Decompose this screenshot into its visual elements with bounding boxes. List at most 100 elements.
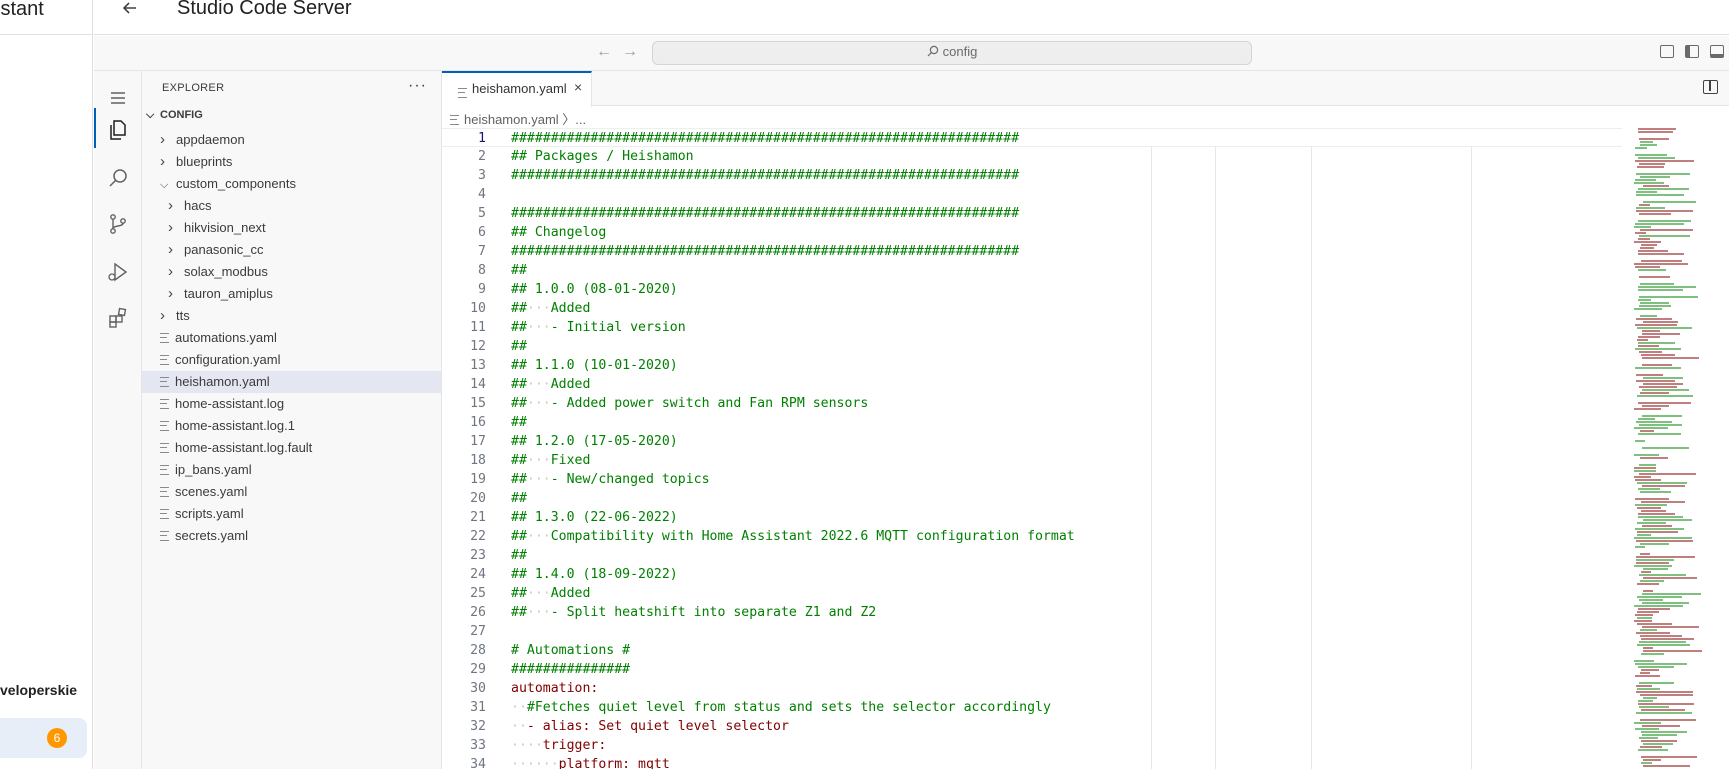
file-icon bbox=[160, 377, 169, 387]
workspace-root-label: CONFIG bbox=[160, 109, 203, 121]
minimap-line bbox=[1643, 201, 1696, 203]
minimap-line bbox=[1637, 482, 1687, 484]
toggle-primary-sidebar-icon[interactable] bbox=[1685, 45, 1699, 58]
minimap-line bbox=[1643, 590, 1653, 592]
tree-file[interactable]: scenes.yaml bbox=[160, 481, 247, 503]
minimap-line bbox=[1635, 479, 1661, 481]
line-number: 20 bbox=[470, 491, 486, 506]
code-editor[interactable]: 1 #######################################… bbox=[442, 128, 1622, 769]
line-number: 30 bbox=[470, 681, 486, 696]
nav-forward-button[interactable]: → bbox=[621, 43, 639, 61]
tree-folder[interactable]: › hikvision_next bbox=[168, 217, 266, 239]
minimap-line bbox=[1635, 348, 1681, 350]
tree-file[interactable]: automations.yaml bbox=[160, 327, 277, 349]
minimap-line bbox=[1635, 614, 1653, 616]
minimap-line bbox=[1635, 498, 1669, 500]
minimap-line bbox=[1640, 457, 1668, 459]
nav-back-button[interactable]: ← bbox=[595, 43, 613, 61]
tree-file[interactable]: home-assistant.log bbox=[160, 393, 284, 415]
customize-layout-icon[interactable] bbox=[1660, 45, 1674, 58]
code-line: 21 ## 1.3.0 (22-06-2022) bbox=[442, 508, 1622, 527]
tree-item-label: configuration.yaml bbox=[175, 352, 281, 367]
line-number: 27 bbox=[470, 624, 486, 639]
minimap-line bbox=[1634, 565, 1672, 567]
minimap-line bbox=[1637, 596, 1682, 598]
tree-file[interactable]: scripts.yaml bbox=[160, 503, 244, 525]
minimap-line bbox=[1638, 488, 1660, 490]
explorer-more-button[interactable]: ··· bbox=[408, 77, 427, 95]
tree-folder[interactable]: › tts bbox=[160, 305, 190, 327]
tree-item-label: home-assistant.log bbox=[175, 396, 285, 411]
split-editor-icon[interactable] bbox=[1703, 80, 1718, 94]
tree-folder[interactable]: › blueprints bbox=[160, 151, 232, 173]
tree-folder[interactable]: › hacs bbox=[168, 195, 211, 217]
code-line: 30 automation: bbox=[442, 679, 1622, 698]
minimap-line bbox=[1641, 501, 1685, 503]
minimap-line bbox=[1643, 697, 1657, 699]
tree-item-label: appdaemon bbox=[176, 132, 245, 147]
line-number: 15 bbox=[470, 396, 486, 411]
extensions-button[interactable] bbox=[94, 298, 142, 338]
explorer-button[interactable] bbox=[94, 110, 142, 150]
minimap-line bbox=[1635, 675, 1660, 677]
line-number: 12 bbox=[470, 339, 486, 354]
tree-item-label: heishamon.yaml bbox=[175, 374, 270, 389]
code-line: 27 bbox=[442, 622, 1622, 641]
close-icon[interactable]: × bbox=[574, 79, 582, 95]
minimap-line bbox=[1634, 620, 1652, 622]
code-text: ## Changelog bbox=[511, 225, 607, 240]
search-icon bbox=[927, 45, 939, 57]
chevron-right-icon: › bbox=[168, 241, 173, 258]
minimap-line bbox=[1640, 229, 1693, 231]
tree-file[interactable]: secrets.yaml bbox=[160, 525, 248, 547]
run-debug-button[interactable] bbox=[94, 252, 142, 292]
minimap-line bbox=[1638, 513, 1675, 515]
search-button[interactable] bbox=[94, 158, 142, 198]
code-text: ########################################… bbox=[511, 244, 1020, 259]
sidebar-item-developer-tools[interactable]: veloperskie bbox=[0, 682, 77, 698]
tree-folder[interactable]: › solax_modbus bbox=[168, 261, 268, 283]
tree-item-label: ip_bans.yaml bbox=[175, 462, 252, 477]
tree-folder[interactable]: ⌵ custom_components bbox=[160, 173, 296, 195]
workspace-root[interactable]: ⌵ CONFIG bbox=[146, 109, 203, 122]
toggle-panel-icon[interactable] bbox=[1710, 45, 1724, 58]
breadcrumb[interactable]: heishamon.yaml 〉... bbox=[464, 109, 586, 128]
minimap-line bbox=[1636, 194, 1684, 196]
minimap-line bbox=[1639, 464, 1656, 466]
minimap-line bbox=[1636, 685, 1652, 687]
minimap-line bbox=[1642, 447, 1689, 449]
menu-icon bbox=[111, 92, 125, 104]
minimap-line bbox=[1638, 433, 1681, 435]
minimap-line bbox=[1641, 762, 1652, 764]
tree-file[interactable]: configuration.yaml bbox=[160, 349, 281, 371]
code-text: ··- alias: Set quiet level selector bbox=[511, 719, 789, 734]
tree-item-label: home-assistant.log.fault bbox=[175, 440, 313, 455]
minimap-line bbox=[1638, 608, 1670, 610]
minimap-line bbox=[1641, 354, 1675, 356]
minimap-line bbox=[1635, 367, 1681, 369]
tree-folder[interactable]: › appdaemon bbox=[160, 129, 245, 151]
back-button[interactable] bbox=[118, 0, 144, 18]
code-text: ########################################… bbox=[511, 168, 1020, 183]
tree-file[interactable]: home-assistant.log.1 bbox=[160, 415, 295, 437]
minimap-line bbox=[1639, 213, 1671, 215]
minimap-line bbox=[1635, 728, 1659, 730]
tree-item-label: hacs bbox=[184, 198, 212, 213]
line-number: 3 bbox=[478, 168, 486, 183]
sidebar-item-notifications[interactable] bbox=[0, 718, 87, 758]
ha-sidebar bbox=[0, 0, 93, 769]
minimap-line bbox=[1636, 712, 1692, 714]
code-text: ## 1.2.0 (17-05-2020) bbox=[511, 434, 678, 449]
tree-file[interactable]: home-assistant.log.fault bbox=[160, 437, 312, 459]
minimap[interactable] bbox=[1632, 126, 1712, 769]
tree-folder[interactable]: › panasonic_cc bbox=[168, 239, 264, 261]
tree-folder[interactable]: › tauron_amiplus bbox=[168, 283, 273, 305]
minimap-line bbox=[1635, 546, 1645, 548]
tree-file[interactable]: heishamon.yaml bbox=[160, 371, 270, 393]
editor-scrollbar[interactable] bbox=[1712, 106, 1726, 769]
tree-file[interactable]: ip_bans.yaml bbox=[160, 459, 252, 481]
minimap-line bbox=[1634, 241, 1661, 243]
divider bbox=[0, 34, 93, 35]
source-control-button[interactable] bbox=[94, 204, 142, 244]
minimap-line bbox=[1639, 138, 1669, 140]
